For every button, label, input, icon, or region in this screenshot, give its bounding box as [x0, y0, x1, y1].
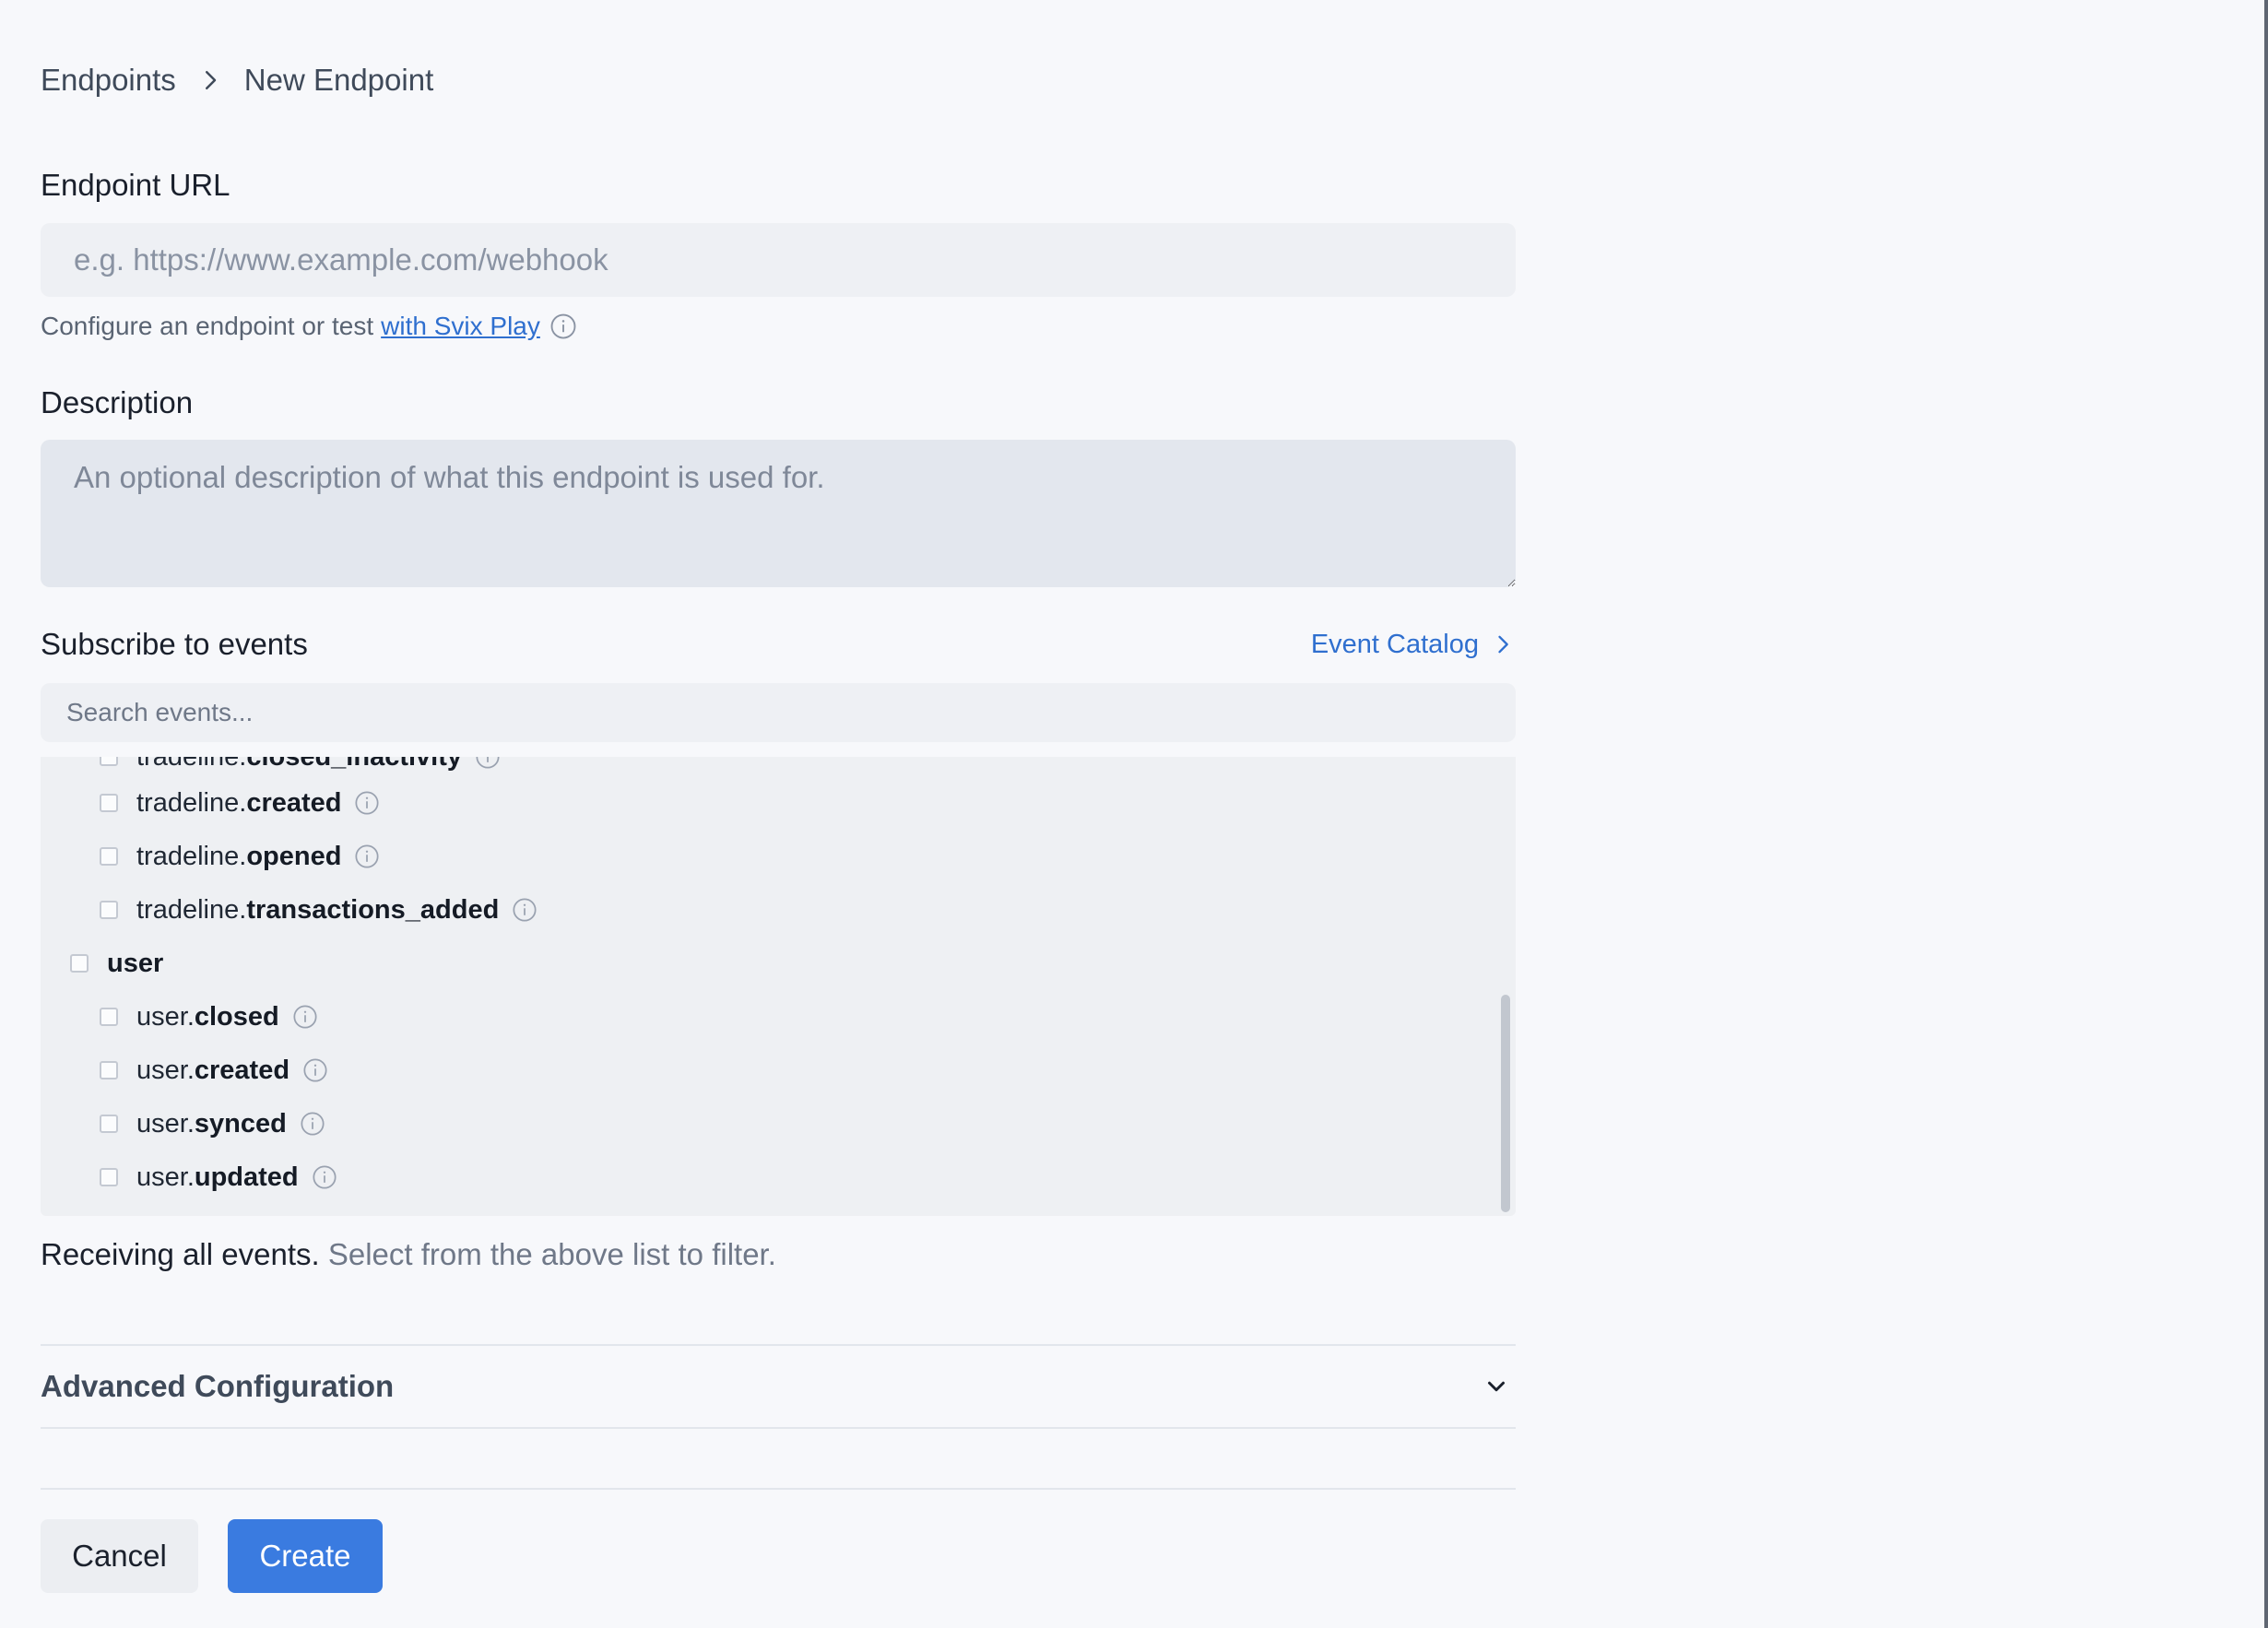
- create-button[interactable]: Create: [228, 1519, 383, 1593]
- info-icon[interactable]: [512, 897, 537, 923]
- checkbox[interactable]: [100, 1061, 118, 1079]
- search-events-input[interactable]: [41, 683, 1516, 742]
- events-scrollbar-thumb[interactable]: [1501, 995, 1510, 1212]
- event-item-user-updated[interactable]: user.updated: [100, 1159, 337, 1196]
- event-catalog-label: Event Catalog: [1310, 629, 1479, 659]
- checkbox[interactable]: [100, 1008, 118, 1026]
- checkbox[interactable]: [100, 1168, 118, 1186]
- info-icon[interactable]: [354, 843, 380, 869]
- receiving-hint: Select from the above list to filter.: [327, 1237, 776, 1271]
- info-icon[interactable]: [312, 1164, 337, 1190]
- subscribe-title: Subscribe to events: [41, 627, 308, 661]
- cancel-button[interactable]: Cancel: [41, 1519, 198, 1593]
- receiving-strong: Receiving all events.: [41, 1237, 320, 1271]
- checkbox[interactable]: [100, 901, 118, 919]
- info-icon[interactable]: [354, 790, 380, 816]
- helper-text: Configure an endpoint or test: [41, 312, 374, 340]
- endpoint-url-input[interactable]: [41, 223, 1516, 297]
- advanced-configuration-title: Advanced Configuration: [41, 1369, 395, 1403]
- checkbox[interactable]: [100, 757, 118, 766]
- chevron-down-icon: [1488, 1381, 1505, 1392]
- endpoint-url-label: Endpoint URL: [41, 168, 230, 202]
- event-item-user-synced[interactable]: user.synced: [100, 1105, 325, 1142]
- info-icon[interactable]: [302, 1057, 328, 1083]
- receiving-status: Receiving all events. Select from the ab…: [41, 1237, 776, 1272]
- event-item-user-closed[interactable]: user.closed: [100, 998, 318, 1035]
- chevron-right-icon: [196, 66, 224, 94]
- event-item-tradeline-opened[interactable]: tradeline.opened: [100, 838, 380, 875]
- event-item-user-created[interactable]: user.created: [100, 1052, 328, 1089]
- event-item-tradeline-closed-inactivity[interactable]: tradeline.closed_inactivity: [100, 757, 501, 775]
- checkbox[interactable]: [100, 794, 118, 812]
- breadcrumb: Endpoints New Endpoint: [41, 63, 433, 98]
- info-icon[interactable]: [300, 1111, 325, 1137]
- breadcrumb-current: New Endpoint: [243, 63, 434, 97]
- info-icon[interactable]: [475, 757, 501, 770]
- checkbox[interactable]: [100, 847, 118, 866]
- checkbox[interactable]: [100, 1115, 118, 1133]
- info-icon[interactable]: [292, 1004, 318, 1030]
- subscribe-header: Subscribe to events Event Catalog: [41, 627, 1516, 662]
- event-catalog-link[interactable]: Event Catalog: [1311, 630, 1516, 660]
- divider: [41, 1488, 1516, 1490]
- description-textarea[interactable]: [41, 440, 1516, 587]
- advanced-configuration-toggle[interactable]: Advanced Configuration: [41, 1344, 1516, 1429]
- event-item-tradeline-transactions-added[interactable]: tradeline.transactions_added: [100, 891, 537, 928]
- chevron-right-icon: [1498, 635, 1508, 654]
- svix-play-link[interactable]: with Svix Play: [381, 312, 540, 341]
- description-label: Description: [41, 385, 194, 419]
- checkbox[interactable]: [70, 954, 89, 973]
- window-edge: [2264, 0, 2268, 1628]
- breadcrumb-endpoints-link[interactable]: Endpoints: [41, 63, 176, 98]
- info-icon[interactable]: [549, 313, 577, 340]
- endpoint-url-helper: Configure an endpoint or test with Svix …: [41, 312, 577, 341]
- events-list[interactable]: tradeline.closed_inactivity tradeline.cr…: [41, 757, 1516, 1216]
- event-group-user[interactable]: user: [70, 945, 163, 982]
- divider: [41, 1427, 1516, 1429]
- event-item-tradeline-created[interactable]: tradeline.created: [100, 785, 380, 821]
